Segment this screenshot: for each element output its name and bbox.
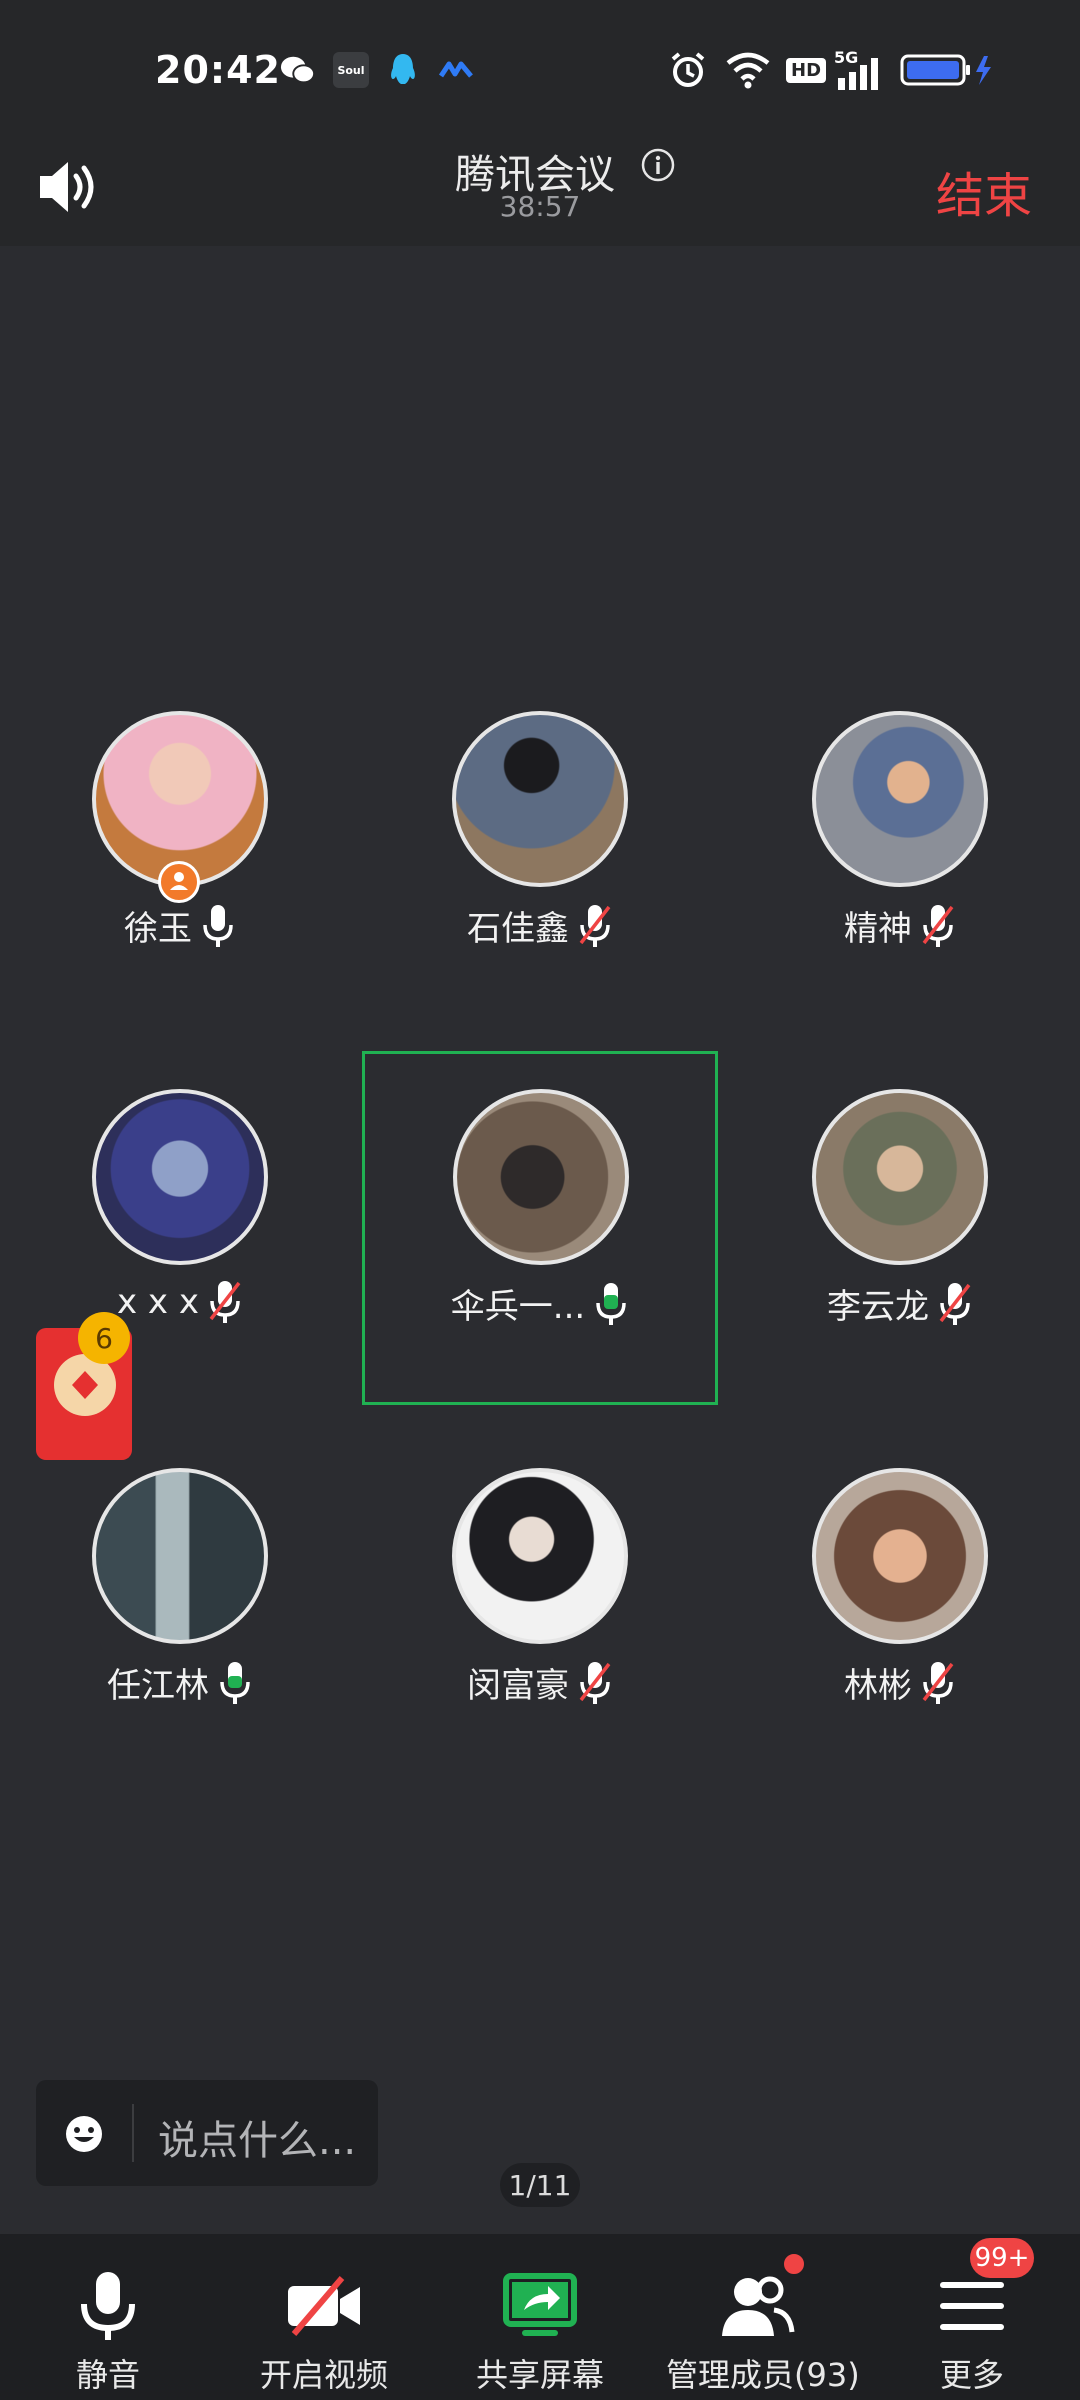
page-indicator: 1/11 <box>500 2163 580 2207</box>
participant-name-row: 伞兵一... <box>365 1279 715 1328</box>
hd-text: HD <box>786 57 827 83</box>
participant-name: 李云龙 <box>827 1287 929 1327</box>
meeting-timer: 38:57 <box>499 190 581 223</box>
participant-name: 林彬 <box>844 1666 912 1706</box>
mic-muted-icon <box>922 1661 954 1704</box>
video-off-icon <box>288 2276 360 2336</box>
participant-name: x x x <box>117 1282 199 1322</box>
mute-label: 静音 <box>75 2356 140 2394</box>
chat-placeholder: 说点什么... <box>158 2118 357 2164</box>
chat-divider <box>132 2104 134 2162</box>
share-screen-button[interactable]: 共享屏幕 <box>454 2234 626 2400</box>
end-meeting-button[interactable]: 结束 <box>936 156 1032 226</box>
hd-icon: HD <box>786 48 827 92</box>
participant-name-row: 任江林 <box>25 1658 335 1707</box>
participant-tile[interactable]: 李云龙 <box>745 1073 1055 1413</box>
participant-avatar <box>92 1089 268 1265</box>
mic-speaking-icon <box>220 1661 250 1704</box>
participant-name: 伞兵一... <box>450 1287 586 1327</box>
mic-muted-icon <box>579 1661 611 1704</box>
share-label: 共享屏幕 <box>475 2356 604 2394</box>
mic-muted-icon <box>939 1282 971 1325</box>
status-bar: 20:42 Soul HD 5G <box>0 0 1080 140</box>
manage-members-button[interactable]: 管理成员(93) <box>666 2234 860 2400</box>
info-icon[interactable] <box>641 148 675 182</box>
signal-icon: 5G <box>834 48 886 92</box>
video-label: 开启视频 <box>259 2356 388 2394</box>
wechat-icon <box>280 52 316 88</box>
more-badge: 99+ <box>970 2238 1034 2278</box>
menu-icon <box>940 2282 1004 2330</box>
participant-tile[interactable]: 徐玉 <box>25 695 335 1035</box>
participant-avatar <box>452 1468 628 1644</box>
meeting-header: 腾讯会议 38:57 结束 <box>0 140 1080 246</box>
participant-tile[interactable]: 石佳鑫 <box>385 695 695 1035</box>
mic-on-icon <box>203 904 233 947</box>
participant-avatar <box>92 1468 268 1644</box>
wifi-icon <box>724 48 772 92</box>
status-time: 20:42 <box>155 48 281 92</box>
members-label: 管理成员(93) <box>666 2356 860 2394</box>
bottom-toolbar: 静音 开启视频 共享屏幕 管理成员(93) 更多 <box>0 2234 1080 2400</box>
participant-avatar <box>452 711 628 887</box>
participant-avatar <box>812 711 988 887</box>
share-screen-icon <box>503 2273 577 2336</box>
more-label: 更多 <box>939 2356 1004 2394</box>
participant-name-row: x x x <box>25 1279 335 1325</box>
microphone-icon <box>81 2272 135 2340</box>
participant-name: 任江林 <box>107 1666 209 1706</box>
participant-name-row: 闵富豪 <box>385 1658 695 1707</box>
start-video-button[interactable]: 开启视频 <box>238 2234 410 2400</box>
participant-name: 徐玉 <box>124 909 192 949</box>
participant-tile[interactable]: 任江林 <box>25 1452 335 1792</box>
soul-app-icon: Soul <box>333 52 369 88</box>
mic-muted-icon <box>922 904 954 947</box>
participant-tile[interactable]: 精神 <box>745 695 1055 1035</box>
chat-input[interactable]: 说点什么... <box>36 2080 378 2186</box>
participant-name: 石佳鑫 <box>467 909 569 949</box>
members-notification-dot <box>782 2252 806 2276</box>
mic-speaking-icon <box>596 1282 626 1325</box>
participant-name-row: 李云龙 <box>745 1279 1055 1328</box>
participant-name-row: 徐玉 <box>25 901 335 950</box>
participant-avatar <box>453 1089 629 1265</box>
participant-name-row: 林彬 <box>745 1658 1055 1707</box>
participant-avatar <box>812 1468 988 1644</box>
participant-name: 精神 <box>844 909 912 949</box>
participant-name: 闵富豪 <box>467 1666 569 1706</box>
mic-muted-icon <box>579 904 611 947</box>
participant-name-row: 精神 <box>745 901 1055 950</box>
host-icon <box>158 861 200 903</box>
soul-text: Soul <box>337 63 365 77</box>
red-packet-badge: 6 <box>78 1312 130 1364</box>
app-icon <box>438 52 474 88</box>
members-icon <box>722 2276 795 2336</box>
participant-avatar <box>812 1089 988 1265</box>
qq-icon <box>385 52 421 88</box>
mic-muted-icon <box>209 1281 241 1323</box>
emoji-icon[interactable] <box>64 2114 104 2158</box>
participant-name-row: 石佳鑫 <box>385 901 695 950</box>
alarm-icon <box>668 48 708 92</box>
battery-icon <box>900 48 1000 92</box>
mute-button[interactable]: 静音 <box>22 2234 194 2400</box>
participant-tile[interactable]: 林彬 <box>745 1452 1055 1792</box>
participant-tile-active-speaker[interactable]: 伞兵一... <box>362 1051 718 1405</box>
participant-tile[interactable]: 闵富豪 <box>385 1452 695 1792</box>
